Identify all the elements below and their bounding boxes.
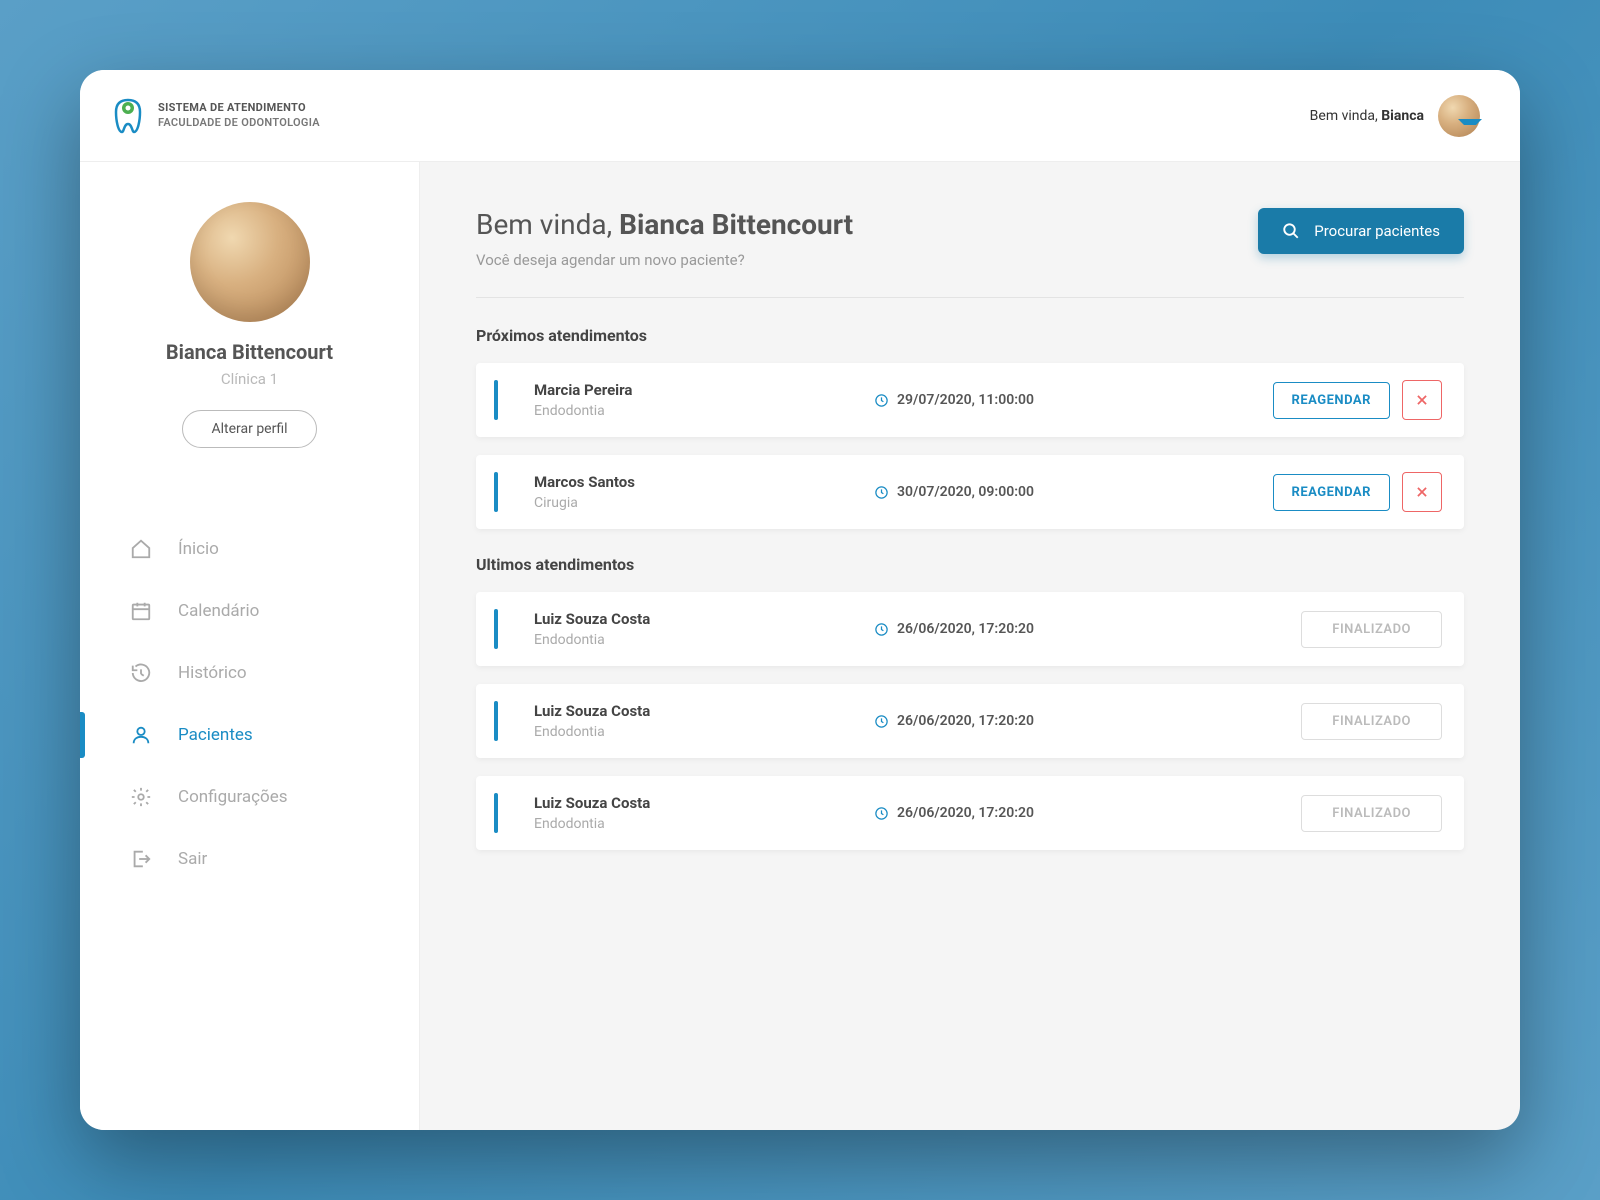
- clock-icon: [874, 622, 889, 637]
- app-window: SISTEMA DE ATENDIMENTO FACULDADE DE ODON…: [80, 70, 1520, 1130]
- nav-label: Pacientes: [178, 725, 253, 745]
- patient-name: Marcos Santos: [534, 473, 874, 491]
- card-accent: [494, 472, 498, 512]
- nav-label: Histórico: [178, 663, 247, 683]
- tooth-logo-icon: [110, 96, 146, 136]
- finished-badge: FINALIZADO: [1301, 611, 1442, 648]
- calendar-icon: [130, 600, 152, 622]
- appointment-time: 30/07/2020, 09:00:00: [874, 484, 1273, 500]
- brand-subtitle: FACULDADE DE ODONTOLOGIA: [158, 116, 320, 130]
- close-icon: [1415, 485, 1429, 499]
- appointment-card: Luiz Souza Costa Endodontia 26/06/2020, …: [476, 592, 1464, 666]
- specialty: Endodontia: [534, 632, 874, 648]
- clock-icon: [874, 806, 889, 821]
- reschedule-button[interactable]: REAGENDAR: [1273, 474, 1391, 511]
- patient-name: Luiz Souza Costa: [534, 702, 874, 720]
- page-subtitle: Você deseja agendar um novo paciente?: [476, 251, 853, 269]
- nav-label: Ínicio: [178, 539, 219, 559]
- specialty: Cirugia: [534, 495, 874, 511]
- welcome-text: Bem vinda, Bianca: [1310, 108, 1424, 124]
- close-icon: [1415, 393, 1429, 407]
- home-icon: [130, 538, 152, 560]
- specialty: Endodontia: [534, 724, 874, 740]
- logout-icon: [130, 848, 152, 870]
- clock-icon: [874, 393, 889, 408]
- finished-badge: FINALIZADO: [1301, 703, 1442, 740]
- avatar-small[interactable]: [1438, 95, 1480, 137]
- cancel-button[interactable]: [1402, 380, 1442, 420]
- nav-configuracoes[interactable]: Configurações: [80, 766, 419, 828]
- clock-icon: [874, 485, 889, 500]
- recent-title: Ultimos atendimentos: [476, 555, 1464, 574]
- nav-sair[interactable]: Sair: [80, 828, 419, 890]
- sidebar-user-name: Bianca Bittencourt: [166, 340, 333, 364]
- appointment-time: 29/07/2020, 11:00:00: [874, 392, 1273, 408]
- appointment-card: Marcos Santos Cirugia 30/07/2020, 09:00:…: [476, 455, 1464, 529]
- specialty: Endodontia: [534, 816, 874, 832]
- search-icon: [1282, 222, 1300, 240]
- edit-profile-button[interactable]: Alterar perfil: [182, 410, 316, 448]
- card-accent: [494, 609, 498, 649]
- finished-badge: FINALIZADO: [1301, 795, 1442, 832]
- header-row: Bem vinda, Bianca Bittencourt Você desej…: [476, 208, 1464, 298]
- nav-pacientes[interactable]: Pacientes: [80, 704, 419, 766]
- userbar[interactable]: Bem vinda, Bianca: [1310, 95, 1480, 137]
- appointment-card: Marcia Pereira Endodontia 29/07/2020, 11…: [476, 363, 1464, 437]
- nav: Ínicio Calendário Histórico Pacientes Co…: [80, 518, 419, 890]
- specialty: Endodontia: [534, 403, 874, 419]
- nav-label: Sair: [178, 849, 207, 869]
- appointment-time: 26/06/2020, 17:20:20: [874, 805, 1301, 821]
- brand: SISTEMA DE ATENDIMENTO FACULDADE DE ODON…: [110, 96, 320, 136]
- person-icon: [130, 724, 152, 746]
- patient-name: Marcia Pereira: [534, 381, 874, 399]
- card-accent: [494, 793, 498, 833]
- gear-icon: [130, 786, 152, 808]
- sidebar: Bianca Bittencourt Clínica 1 Alterar per…: [80, 162, 420, 1130]
- nav-label: Configurações: [178, 787, 288, 807]
- body: Bianca Bittencourt Clínica 1 Alterar per…: [80, 162, 1520, 1130]
- nav-calendario[interactable]: Calendário: [80, 580, 419, 642]
- main: Bem vinda, Bianca Bittencourt Você desej…: [420, 162, 1520, 1130]
- brand-title: SISTEMA DE ATENDIMENTO: [158, 101, 320, 115]
- nav-historico[interactable]: Histórico: [80, 642, 419, 704]
- appointment-time: 26/06/2020, 17:20:20: [874, 713, 1301, 729]
- appointment-time: 26/06/2020, 17:20:20: [874, 621, 1301, 637]
- avatar-large: [190, 202, 310, 322]
- nav-inicio[interactable]: Ínicio: [80, 518, 419, 580]
- clock-icon: [874, 714, 889, 729]
- card-accent: [494, 380, 498, 420]
- search-patients-button[interactable]: Procurar pacientes: [1258, 208, 1464, 254]
- topbar: SISTEMA DE ATENDIMENTO FACULDADE DE ODON…: [80, 70, 1520, 162]
- nav-label: Calendário: [178, 601, 259, 621]
- page-title: Bem vinda, Bianca Bittencourt: [476, 208, 853, 241]
- history-icon: [130, 662, 152, 684]
- card-accent: [494, 701, 498, 741]
- patient-name: Luiz Souza Costa: [534, 794, 874, 812]
- upcoming-title: Próximos atendimentos: [476, 326, 1464, 345]
- appointment-card: Luiz Souza Costa Endodontia 26/06/2020, …: [476, 684, 1464, 758]
- sidebar-clinic: Clínica 1: [221, 370, 278, 388]
- cancel-button[interactable]: [1402, 472, 1442, 512]
- appointment-card: Luiz Souza Costa Endodontia 26/06/2020, …: [476, 776, 1464, 850]
- reschedule-button[interactable]: REAGENDAR: [1273, 382, 1391, 419]
- patient-name: Luiz Souza Costa: [534, 610, 874, 628]
